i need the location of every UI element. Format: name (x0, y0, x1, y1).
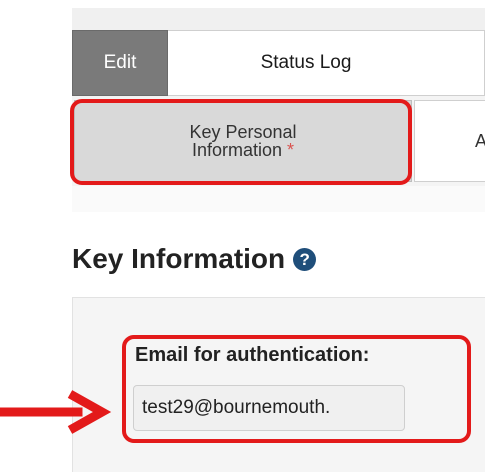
email-auth-label: Email for authentication: (135, 344, 370, 366)
tab-edit[interactable]: Edit (72, 30, 168, 96)
email-auth-input[interactable] (133, 385, 405, 431)
page: Edit Status Log Key Personal Information… (0, 0, 485, 472)
tab-divider (72, 186, 485, 212)
subtab-key-personal-line1: Key Personal (189, 122, 297, 142)
section-title-text: Key Information (72, 243, 286, 274)
subtab-key-personal-information[interactable]: Key Personal Information * (74, 100, 412, 182)
sub-tab-bar: Key Personal Information * A (72, 96, 485, 186)
help-icon[interactable]: ? (293, 247, 317, 271)
red-arrow-icon (0, 390, 112, 434)
tab-status-log[interactable]: Status Log (168, 30, 485, 96)
subtab-key-personal-line2-text: Information (191, 140, 282, 160)
section-title: Key Information ? (72, 243, 317, 275)
tab-status-log-label: Status Log (260, 52, 352, 73)
tab-edit-label: Edit (103, 52, 137, 73)
required-marker: * (287, 140, 295, 160)
main-tab-bar: Edit Status Log (72, 8, 485, 96)
subtab-key-personal-line2: Information * (192, 141, 294, 159)
subtab-next-label: A (475, 132, 485, 150)
help-icon-glyph: ? (299, 249, 310, 269)
subtab-next[interactable]: A (414, 100, 485, 182)
